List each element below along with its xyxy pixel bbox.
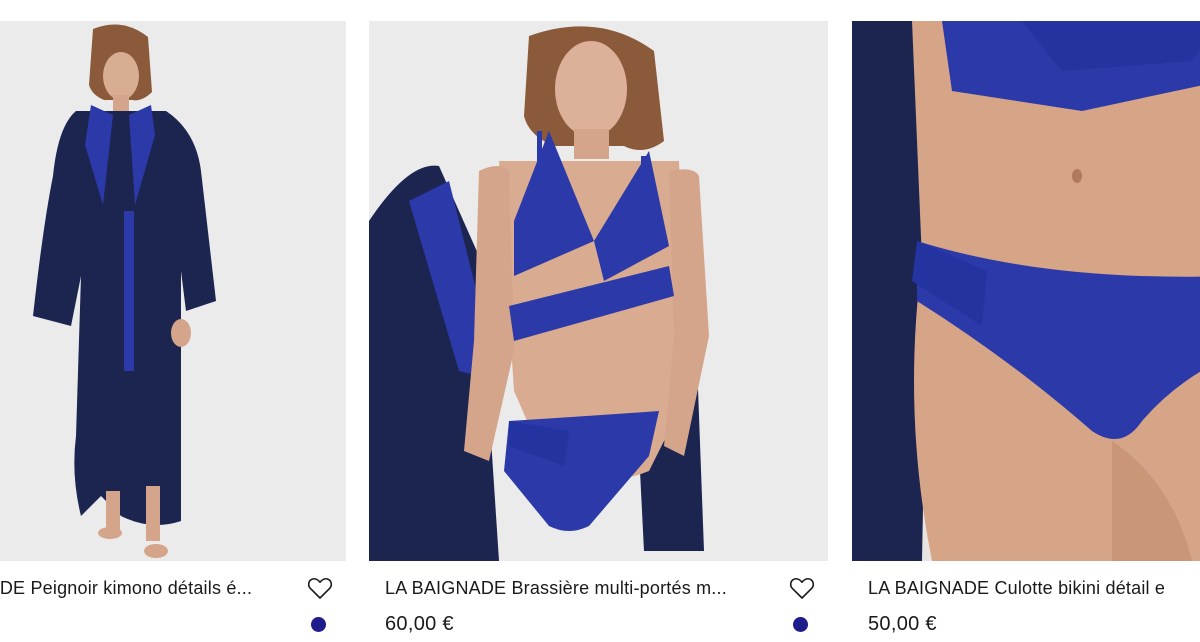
product-price: 50,00 € <box>868 613 937 635</box>
price-row <box>0 612 334 638</box>
product-title[interactable]: LA BAIGNADE Brassière multi-portés m... <box>385 577 768 599</box>
product-title-row: LA BAIGNADE Peignoir kimono détails é... <box>0 574 334 602</box>
model-photo-bra <box>369 21 828 561</box>
color-swatch[interactable] <box>793 617 808 632</box>
product-card[interactable]: LA BAIGNADE Peignoir kimono détails é... <box>0 0 346 642</box>
model-photo-kimono <box>0 21 346 561</box>
product-title[interactable]: LA BAIGNADE Culotte bikini détail e <box>868 577 1200 599</box>
product-price: 60,00 € <box>385 613 454 635</box>
heart-outline-icon[interactable] <box>306 574 334 602</box>
product-image[interactable] <box>0 21 346 561</box>
product-card[interactable]: LA BAIGNADE Brassière multi-portés m... … <box>369 0 828 642</box>
model-photo-bikini <box>852 21 1200 561</box>
product-image[interactable] <box>369 21 828 561</box>
heart-outline-icon[interactable] <box>788 574 816 602</box>
price-row: 60,00 € <box>385 612 816 638</box>
color-swatch[interactable] <box>311 617 326 632</box>
product-carousel: LA BAIGNADE Peignoir kimono détails é... <box>0 0 1200 642</box>
product-title[interactable]: LA BAIGNADE Peignoir kimono détails é... <box>0 577 286 599</box>
price-row: 50,00 € <box>868 612 1200 638</box>
product-title-row: LA BAIGNADE Culotte bikini détail e <box>868 574 1200 602</box>
product-title-row: LA BAIGNADE Brassière multi-portés m... <box>385 574 816 602</box>
product-image[interactable] <box>852 21 1200 561</box>
product-card[interactable]: LA BAIGNADE Culotte bikini détail e 50,0… <box>852 0 1200 642</box>
